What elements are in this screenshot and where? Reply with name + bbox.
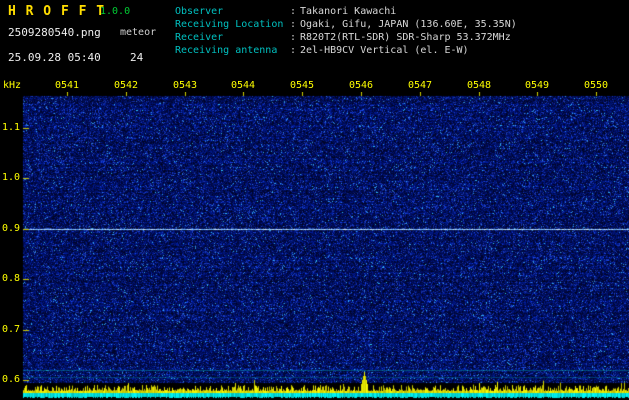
datetime: 25.09.28 05:40 (8, 51, 101, 64)
x-tick-label: 0550 (584, 80, 608, 91)
count-value: 24 (130, 51, 143, 64)
hrofft-app-screenshot: H R O F F T 1.0.0 2509280540.png meteor … (0, 0, 629, 400)
spectrogram-canvas (0, 92, 629, 400)
app-title: H R O F F T (8, 4, 105, 19)
info-label: Receiving antenna (175, 44, 290, 57)
x-tick-label: 0541 (55, 80, 79, 91)
app-version: 1.0.0 (100, 6, 130, 17)
spectrogram-plot: kHz 0541 0542 0543 0544 0545 0546 0547 0… (0, 78, 629, 400)
info-row-antenna: Receiving antenna : 2el-HB9CV Vertical (… (175, 44, 517, 57)
info-label: Receiving Location (175, 18, 290, 31)
info-label: Observer (175, 5, 290, 18)
info-value: 2el-HB9CV Vertical (el. E-W) (300, 44, 469, 57)
x-tick-label: 0543 (173, 80, 197, 91)
info-separator: : (290, 31, 300, 44)
info-separator: : (290, 44, 300, 57)
info-separator: : (290, 18, 300, 31)
x-tick-label: 0547 (408, 80, 432, 91)
x-tick-label: 0546 (349, 80, 373, 91)
x-tick-label: 0542 (114, 80, 138, 91)
info-row-receiver: Receiver : R820T2(RTL-SDR) SDR-Sharp 53.… (175, 31, 517, 44)
x-tick-label: 0545 (290, 80, 314, 91)
x-tick-label: 0548 (467, 80, 491, 91)
x-tick-label: 0549 (525, 80, 549, 91)
info-value: Takanori Kawachi (300, 5, 396, 18)
station-info: Observer : Takanori Kawachi Receiving Lo… (175, 5, 517, 57)
output-filename: 2509280540.png (8, 26, 101, 39)
mode-label: meteor (120, 27, 156, 38)
info-row-location: Receiving Location : Ogaki, Gifu, JAPAN … (175, 18, 517, 31)
info-value: Ogaki, Gifu, JAPAN (136.60E, 35.35N) (300, 18, 517, 31)
x-tick-label: 0544 (231, 80, 255, 91)
info-row-observer: Observer : Takanori Kawachi (175, 5, 517, 18)
info-value: R820T2(RTL-SDR) SDR-Sharp 53.372MHz (300, 31, 511, 44)
info-separator: : (290, 5, 300, 18)
y-axis-unit: kHz (3, 80, 21, 91)
info-label: Receiver (175, 31, 290, 44)
